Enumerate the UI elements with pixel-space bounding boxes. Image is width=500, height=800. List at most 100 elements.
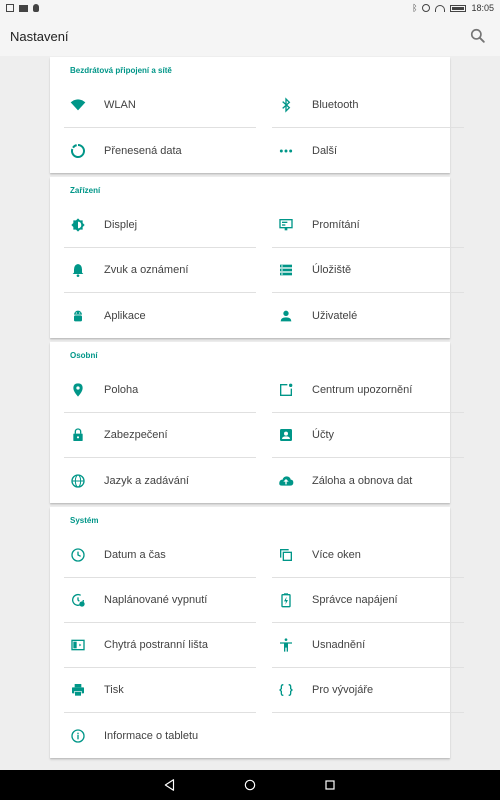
settings-item-label: Více oken [312, 549, 361, 561]
settings-item-label: Usnadnění [312, 639, 366, 651]
settings-item-label: Záloha a obnova dat [312, 474, 413, 487]
settings-item-label: Přenesená data [104, 144, 182, 157]
notification-center-icon [272, 376, 300, 404]
settings-item-sound[interactable]: Zvuk a oznámení [64, 248, 256, 293]
settings-item-backup[interactable]: Záloha a obnova dat [272, 458, 464, 503]
clock-icon [64, 541, 92, 569]
settings-item-label: Promítání [312, 219, 360, 231]
lock-icon [64, 421, 92, 449]
brightness-icon [64, 211, 92, 239]
settings-list: Bezdrátová připojení a sítě WLAN Bluetoo… [50, 57, 464, 762]
android-icon [64, 302, 92, 330]
smart-sidebar-icon [64, 631, 92, 659]
settings-item-label: Tisk [104, 684, 124, 696]
settings-item-label: Jazyk a zadávání [104, 474, 189, 487]
person-icon [272, 302, 300, 330]
section-system: Systém Datum a čas Více oken Naplánované… [50, 507, 464, 758]
settings-item-label: Informace o tabletu [104, 729, 199, 742]
settings-item-location[interactable]: Poloha [64, 368, 256, 413]
wifi-icon [435, 4, 446, 12]
square-icon [6, 4, 14, 12]
image-icon [19, 4, 28, 12]
bug-icon [33, 4, 39, 12]
settings-item-label: Aplikace [104, 309, 146, 322]
settings-item-accounts[interactable]: Účty [272, 413, 464, 458]
settings-item-date-time[interactable]: Datum a čas [64, 533, 256, 578]
settings-item-display[interactable]: Displej [64, 203, 256, 248]
location-icon [64, 376, 92, 404]
app-bar: Nastavení [0, 16, 500, 56]
settings-item-accessibility[interactable]: Usnadnění [272, 623, 464, 668]
storage-icon [272, 256, 300, 284]
info-icon [64, 722, 92, 750]
settings-item-about-tablet[interactable]: Informace o tabletu [64, 713, 256, 758]
settings-item-scheduled-power[interactable]: Naplánované vypnutí [64, 578, 256, 623]
settings-item-data-usage[interactable]: Přenesená data [64, 128, 256, 173]
settings-item-label: Bluetooth [312, 99, 359, 111]
section-header: Systém [70, 515, 99, 525]
settings-item-wlan[interactable]: WLAN [64, 83, 256, 128]
status-time: 18:05 [471, 3, 494, 13]
settings-item-more[interactable]: Další [272, 128, 464, 173]
search-icon[interactable] [468, 26, 488, 46]
settings-item-label: Správce napájení [312, 594, 398, 606]
bluetooth-icon: ᛒ [412, 3, 418, 13]
settings-item-label: Datum a čas [104, 549, 166, 561]
status-bar-left [0, 4, 45, 12]
status-bar: ᛒ 18:05 [0, 0, 500, 16]
settings-item-bluetooth[interactable]: Bluetooth [272, 83, 464, 128]
settings-item-storage[interactable]: Úložiště [272, 248, 464, 293]
settings-item-print[interactable]: Tisk [64, 668, 256, 713]
settings-item-label: Zabezpečení [104, 429, 168, 441]
cast-icon [272, 211, 300, 239]
section-header: Zařízení [70, 185, 101, 195]
battery-charging-icon [272, 586, 300, 614]
settings-item-label: Chytrá postranní lišta [104, 639, 208, 651]
settings-item-label: Poloha [104, 384, 139, 396]
bluetooth-icon [272, 91, 300, 119]
home-icon[interactable] [210, 770, 290, 800]
cloud-upload-icon [272, 467, 300, 495]
settings-item-power-manager[interactable]: Správce napájení [272, 578, 464, 623]
section-wireless: Bezdrátová připojení a sítě WLAN Bluetoo… [50, 57, 464, 173]
settings-item-security[interactable]: Zabezpečení [64, 413, 256, 458]
settings-item-label: Naplánované vypnutí [104, 594, 208, 606]
settings-item-notification-center[interactable]: Centrum upozornění [272, 368, 464, 413]
section-personal: Osobní Poloha Centrum upozornění Zabezpe… [50, 342, 464, 503]
settings-item-cast[interactable]: Promítání [272, 203, 464, 248]
status-bar-right: ᛒ 18:05 [406, 3, 500, 13]
settings-item-label: Centrum upozornění [312, 384, 413, 396]
settings-item-multi-window[interactable]: Více oken [272, 533, 464, 578]
globe-icon [64, 467, 92, 495]
settings-item-label: Účty [312, 429, 334, 441]
alarm-icon [422, 4, 431, 12]
data-usage-icon [64, 137, 92, 165]
settings-item-label: Displej [104, 219, 138, 231]
settings-item-label: Uživatelé [312, 309, 358, 322]
settings-item-language[interactable]: Jazyk a zadávání [64, 458, 256, 503]
back-icon[interactable] [130, 770, 210, 800]
settings-item-users[interactable]: Uživatelé [272, 293, 464, 338]
bell-icon [64, 256, 92, 284]
navigation-bar [0, 770, 500, 800]
wifi-icon [64, 91, 92, 119]
settings-item-smart-sidebar[interactable]: Chytrá postranní lišta [64, 623, 256, 668]
settings-item-label: WLAN [104, 99, 136, 111]
settings-item-label: Zvuk a oznámení [104, 264, 189, 276]
settings-item-developer[interactable]: Pro vývojáře [272, 668, 464, 713]
section-device: Zařízení Displej Promítání Zvuk a oznáme… [50, 177, 464, 338]
section-header: Bezdrátová připojení a sítě [70, 65, 172, 75]
settings-item-label: Úložiště [312, 264, 352, 276]
account-box-icon [272, 421, 300, 449]
recents-icon[interactable] [290, 770, 370, 800]
settings-item-apps[interactable]: Aplikace [64, 293, 256, 338]
battery-icon [450, 4, 467, 12]
accessibility-icon [272, 631, 300, 659]
schedule-power-icon [64, 586, 92, 614]
settings-item-label: Pro vývojáře [312, 684, 374, 696]
settings-item-label: Další [312, 144, 338, 157]
code-braces-icon [272, 676, 300, 704]
more-icon [272, 137, 300, 165]
section-header: Osobní [70, 350, 98, 360]
page-title: Nastavení [10, 28, 69, 44]
